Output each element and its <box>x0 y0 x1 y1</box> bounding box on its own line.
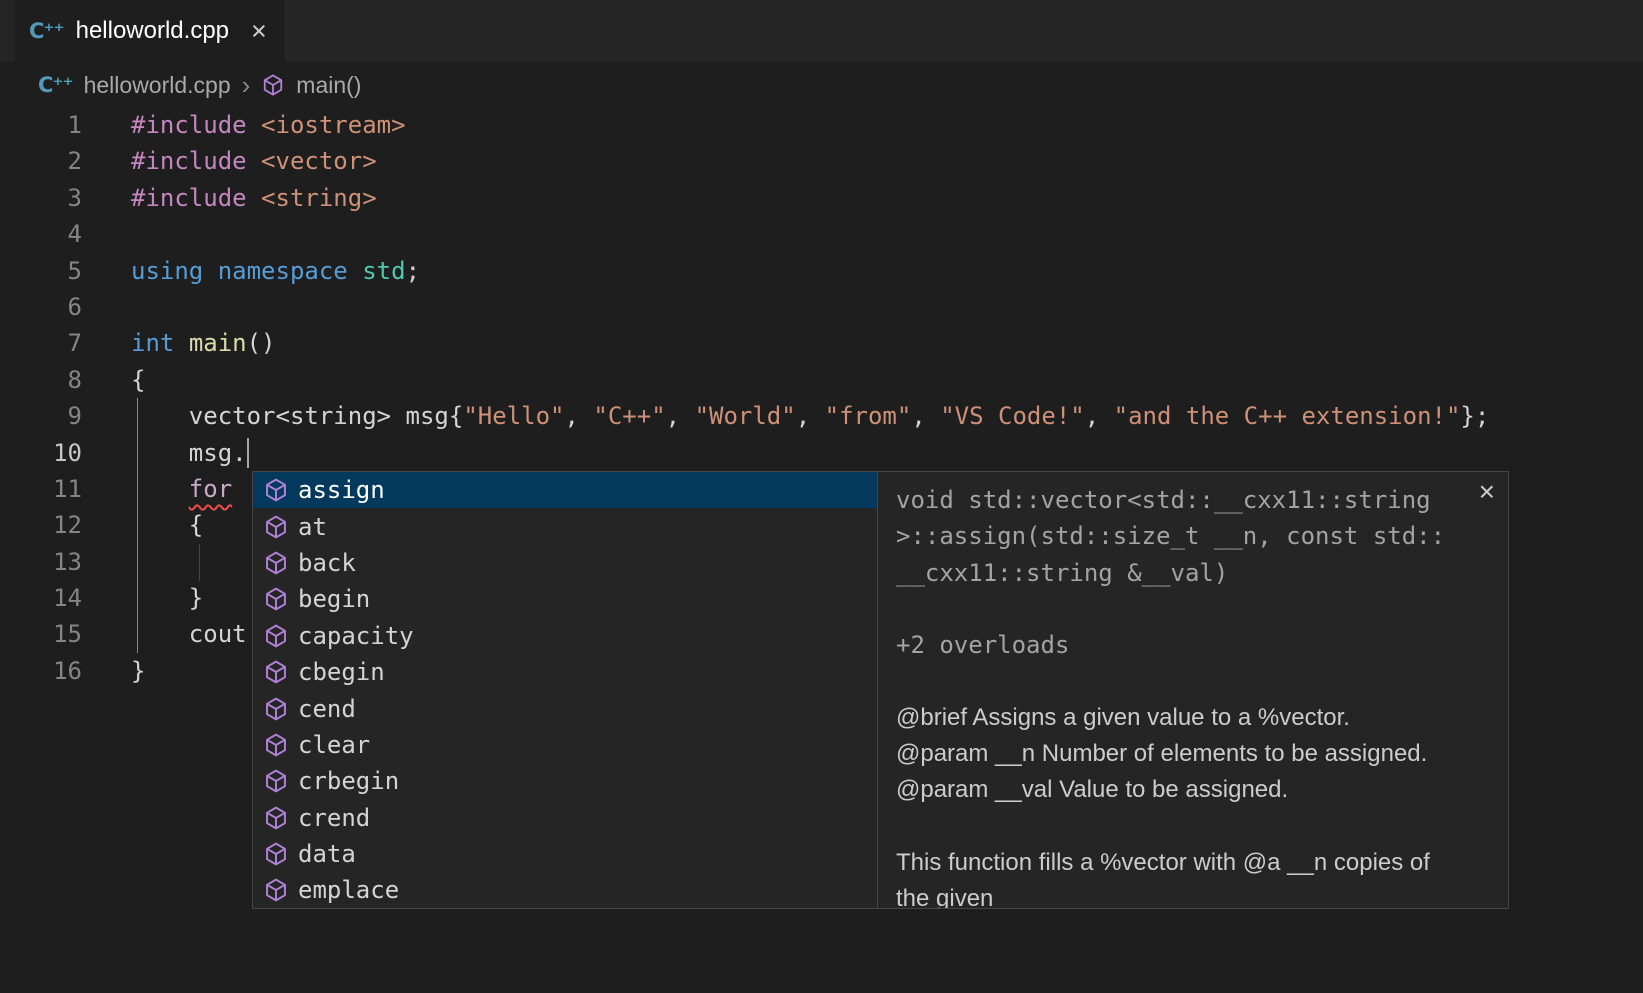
symbol-method-icon <box>263 477 289 503</box>
tab-helloworld-cpp[interactable]: C⁺⁺ helloworld.cpp × <box>15 0 285 62</box>
code-text: msg. <box>131 435 249 471</box>
symbol-method-icon <box>263 696 289 722</box>
suggestion-label: emplace <box>298 876 399 904</box>
cpp-file-icon: C⁺⁺ <box>38 73 73 97</box>
line-number: 15 <box>0 616 82 652</box>
line-number: 3 <box>0 180 82 216</box>
suggestion-begin[interactable]: begin <box>253 581 877 617</box>
code-line-5[interactable]: 5 using namespace std; <box>0 253 1643 289</box>
suggestion-label: data <box>298 840 356 868</box>
suggestion-emplace[interactable]: emplace <box>253 872 877 908</box>
code-line-10[interactable]: 10 msg. <box>0 435 1643 471</box>
symbol-method-icon <box>263 732 289 758</box>
suggestion-assign[interactable]: assign <box>253 472 877 508</box>
suggestion-label: begin <box>298 585 370 613</box>
suggest-docs-panel: × void std::vector<std::__cxx11::string … <box>877 471 1509 909</box>
line-number: 8 <box>0 362 82 398</box>
bracket-pair-guide <box>137 398 138 653</box>
line-number: 16 <box>0 653 82 689</box>
breadcrumb: C⁺⁺ helloworld.cpp › main() <box>38 62 361 108</box>
chevron-right-icon: › <box>242 72 251 98</box>
text-cursor <box>247 438 249 468</box>
suggestion-cend[interactable]: cend <box>253 690 877 726</box>
doc-overloads-link[interactable]: +2 overloads <box>896 627 1468 663</box>
close-icon[interactable]: × <box>1479 478 1495 506</box>
code-line-8[interactable]: 8{ <box>0 362 1643 398</box>
suggestion-label: back <box>298 549 356 577</box>
doc-signature: void std::vector<std::__cxx11::string >:… <box>896 482 1468 591</box>
symbol-method-icon <box>263 805 289 831</box>
symbol-method-icon <box>263 659 289 685</box>
indent-guide <box>199 544 200 581</box>
symbol-method-icon <box>263 841 289 867</box>
suggestion-clear[interactable]: clear <box>253 727 877 763</box>
line-number: 10 <box>0 435 82 471</box>
line-number: 6 <box>0 289 82 325</box>
code-line-7[interactable]: 7 int main() <box>0 325 1643 361</box>
symbol-method-icon <box>263 514 289 540</box>
suggestion-back[interactable]: back <box>253 545 877 581</box>
line-number: 5 <box>0 253 82 289</box>
line-number: 1 <box>0 107 82 143</box>
suggestion-label: cend <box>298 695 356 723</box>
breadcrumb-symbol[interactable]: main() <box>296 72 361 99</box>
suggestion-crbegin[interactable]: crbegin <box>253 763 877 799</box>
suggestion-label: at <box>298 513 327 541</box>
code-text: { <box>131 362 145 398</box>
doc-description: @brief Assigns a given value to a %vecto… <box>896 700 1468 809</box>
code-text: { <box>131 507 203 543</box>
line-number: 4 <box>0 216 82 252</box>
suggestion-at[interactable]: at <box>253 508 877 544</box>
line-number: 12 <box>0 507 82 543</box>
suggestion-crend[interactable]: crend <box>253 800 877 836</box>
line-number: 2 <box>0 143 82 179</box>
cpp-file-icon: C⁺⁺ <box>29 19 64 43</box>
symbol-method-icon <box>263 550 289 576</box>
symbol-method-icon <box>261 73 285 97</box>
symbol-method-icon <box>263 768 289 794</box>
symbol-method-icon <box>263 877 289 903</box>
code-text: #include <iostream> <box>131 107 406 143</box>
code-text: for <box>131 471 232 507</box>
suggest-list: assign at back begin capacity cbegin cend clear… <box>252 471 878 909</box>
suggestion-label: cbegin <box>298 658 385 686</box>
code-text: vector<string> msg{"Hello", "C++", "Worl… <box>131 398 1489 434</box>
symbol-method-icon <box>263 623 289 649</box>
line-number: 13 <box>0 544 82 580</box>
suggestion-data[interactable]: data <box>253 836 877 872</box>
line-number: 9 <box>0 398 82 434</box>
suggestion-cbegin[interactable]: cbegin <box>253 654 877 690</box>
suggestion-label: clear <box>298 731 370 759</box>
line-number: 11 <box>0 471 82 507</box>
code-line-9[interactable]: 9 vector<string> msg{"Hello", "C++", "Wo… <box>0 398 1643 434</box>
suggestion-label: capacity <box>298 622 414 650</box>
code-line-2[interactable]: 2 #include <vector> <box>0 143 1643 179</box>
code-line-1[interactable]: 1 #include <iostream> <box>0 107 1643 143</box>
line-number: 14 <box>0 580 82 616</box>
code-line-3[interactable]: 3 #include <string> <box>0 180 1643 216</box>
code-text: cout <box>131 616 247 652</box>
suggestion-label: crend <box>298 804 370 832</box>
code-text: } <box>131 653 145 689</box>
code-line-4[interactable]: 4 <box>0 216 1643 252</box>
suggestion-capacity[interactable]: capacity <box>253 618 877 654</box>
breadcrumb-file[interactable]: helloworld.cpp <box>84 72 231 99</box>
tab-title: helloworld.cpp <box>76 17 229 45</box>
close-icon[interactable]: × <box>251 18 267 45</box>
code-text: int main() <box>131 325 276 361</box>
tab-bar: C⁺⁺ helloworld.cpp × <box>0 0 1643 62</box>
code-text: using namespace std; <box>131 253 420 289</box>
code-line-6[interactable]: 6 <box>0 289 1643 325</box>
symbol-method-icon <box>263 586 289 612</box>
line-number: 7 <box>0 325 82 361</box>
code-text: } <box>131 580 203 616</box>
suggestion-label: crbegin <box>298 767 399 795</box>
code-text: #include <string> <box>131 180 377 216</box>
code-text: #include <vector> <box>131 143 377 179</box>
doc-body: This function fills a %vector with @a __… <box>896 845 1468 909</box>
suggestion-label: assign <box>298 476 385 504</box>
